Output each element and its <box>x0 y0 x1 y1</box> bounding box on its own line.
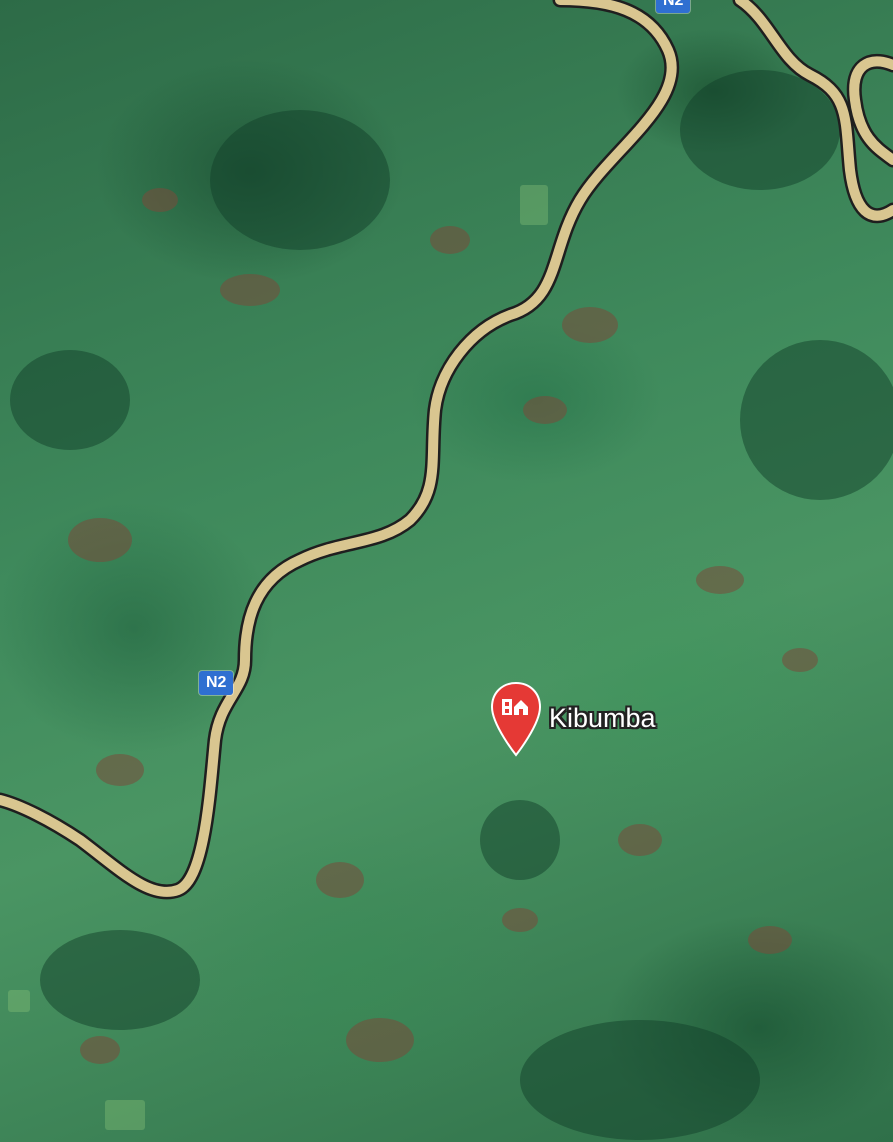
road-n2-outline <box>0 0 680 900</box>
road-layer <box>0 0 893 900</box>
road-n2 <box>0 0 677 897</box>
place-label[interactable]: Kibumba <box>549 703 656 734</box>
satellite-map[interactable]: N2 N2 Kibumba <box>0 0 893 1142</box>
route-shield-n2-top: N2 <box>656 0 691 13</box>
home-pin-icon[interactable] <box>489 681 543 757</box>
route-shield-n2: N2 <box>199 671 234 695</box>
road-east-outline <box>732 0 893 224</box>
road-east-loop <box>849 56 893 165</box>
place-marker-kibumba[interactable]: Kibumba <box>489 681 656 757</box>
